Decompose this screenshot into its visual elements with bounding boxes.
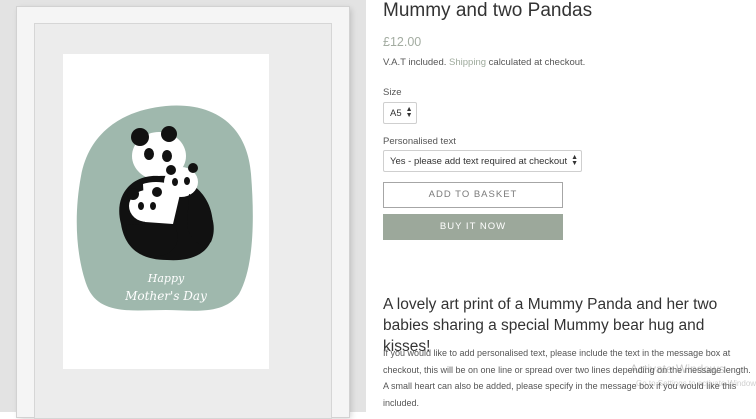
tax-note-suffix: calculated at checkout. bbox=[486, 57, 586, 68]
caption-line-1: Happy bbox=[147, 272, 185, 285]
art-print: Happy Mother's Day bbox=[63, 54, 269, 369]
select-arrows-icon: ▲ ▼ bbox=[405, 106, 413, 119]
size-label: Size bbox=[383, 87, 402, 98]
description-body: If you would like to add personalised te… bbox=[383, 348, 751, 408]
caption-line-2: Mother's Day bbox=[124, 289, 207, 303]
personalised-text-select[interactable]: Yes - please add text required at checko… bbox=[383, 150, 582, 172]
product-details: Mummy and two Pandas £12.00 V.A.T includ… bbox=[383, 0, 753, 412]
activate-windows-watermark: Activate Windows bbox=[630, 362, 725, 376]
size-select-value: A5 bbox=[390, 107, 402, 119]
tax-note-prefix: V.A.T included. bbox=[383, 57, 450, 68]
shipping-link[interactable]: Shipping bbox=[449, 57, 486, 68]
product-title: Mummy and two Pandas bbox=[383, 0, 593, 21]
product-price: £12.00 bbox=[383, 35, 422, 49]
size-select[interactable]: A5 ▲ ▼ bbox=[383, 102, 417, 124]
add-to-basket-button[interactable]: ADD TO BASKET bbox=[383, 182, 563, 208]
personalised-text-select-value: Yes - please add text required at checko… bbox=[390, 155, 568, 167]
product-image[interactable]: Happy Mother's Day bbox=[0, 0, 366, 419]
personalised-text-label: Personalised text bbox=[383, 136, 456, 147]
activate-windows-subtitle: Go to Settings to activate Windows. bbox=[636, 379, 756, 388]
panda-illustration: Happy Mother's Day bbox=[76, 105, 253, 311]
select-arrows-icon: ▲ ▼ bbox=[571, 154, 579, 167]
buy-it-now-button[interactable]: BUY IT NOW bbox=[383, 214, 563, 240]
tax-note: V.A.T included. Shipping calculated at c… bbox=[383, 57, 585, 68]
